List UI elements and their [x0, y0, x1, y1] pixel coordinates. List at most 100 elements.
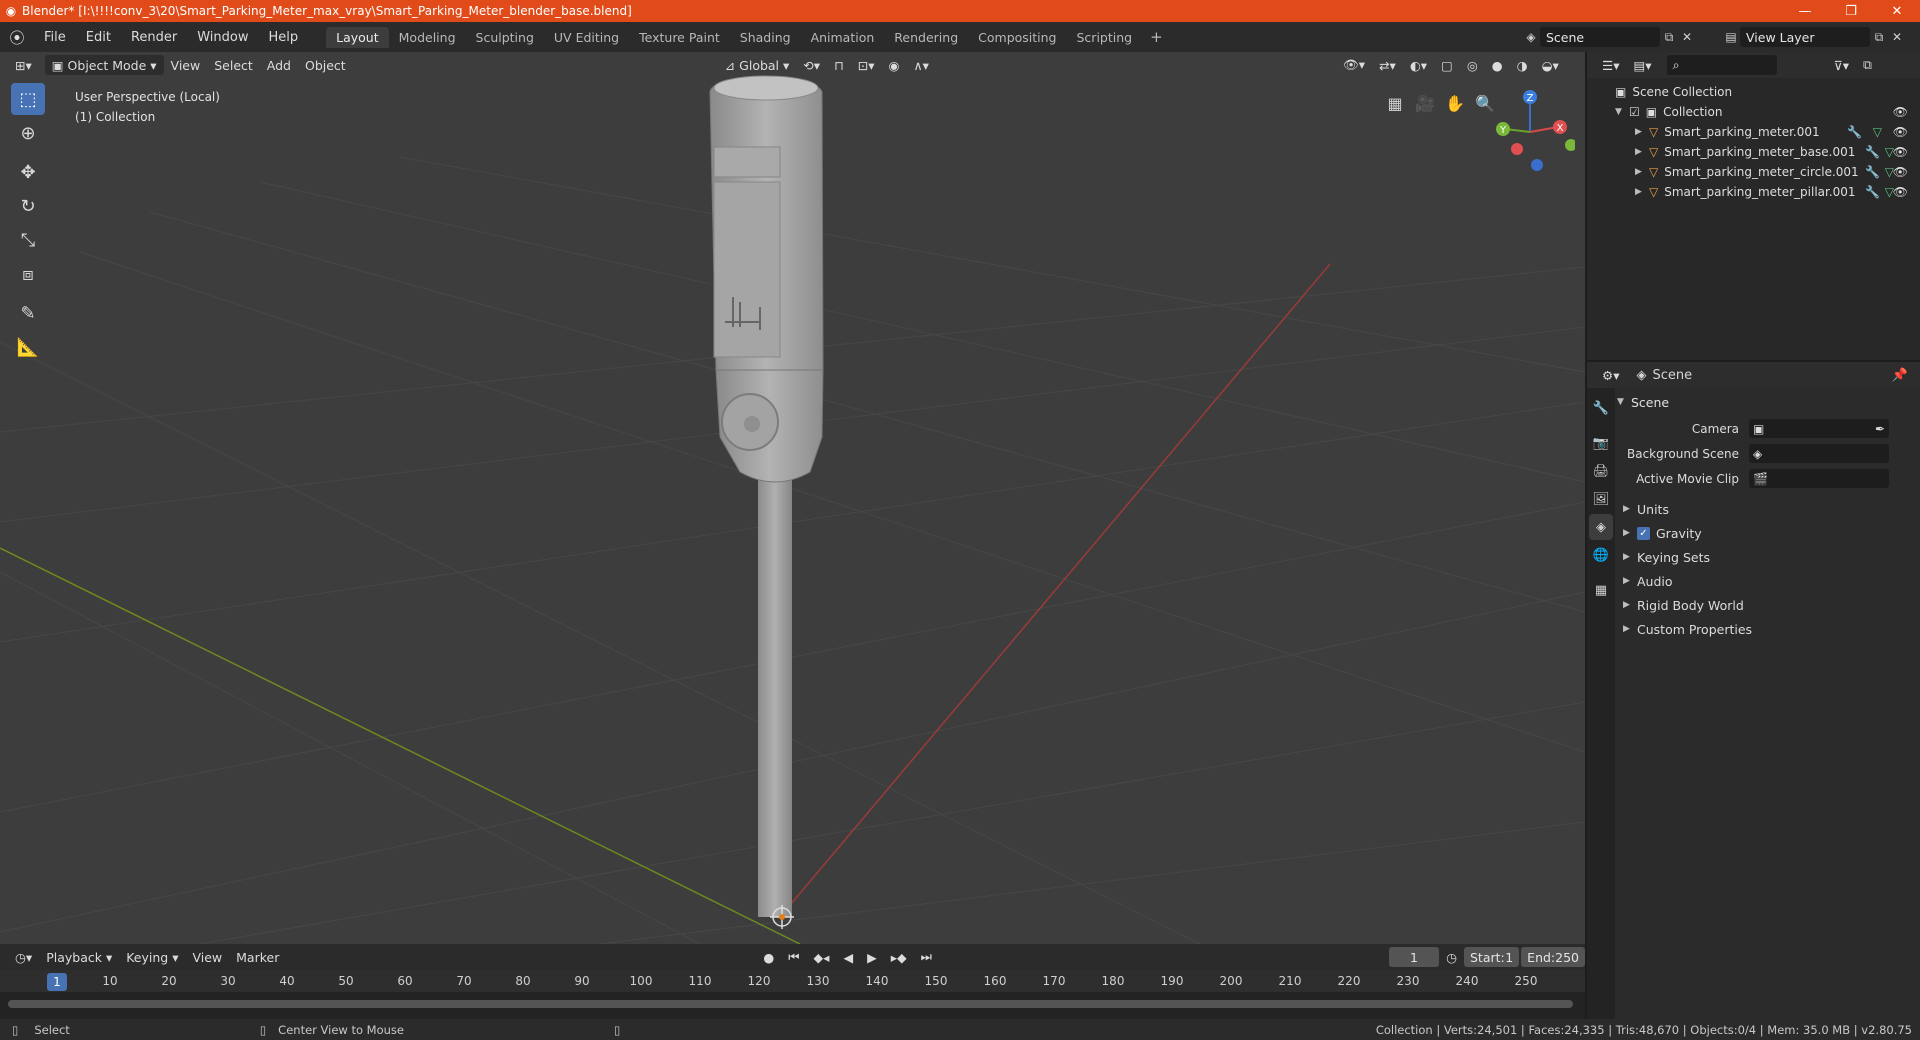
- overlay-toggle-icon[interactable]: ◐▾: [1403, 55, 1434, 75]
- scene-collection-row[interactable]: ▣ Scene Collection: [1587, 82, 1920, 102]
- start-frame-field[interactable]: Start: 1: [1464, 947, 1520, 967]
- tab-compositing[interactable]: Compositing: [968, 27, 1066, 48]
- move-tool-icon[interactable]: ✥: [11, 156, 45, 188]
- navigation-gizmo[interactable]: Z X Y: [1485, 87, 1575, 177]
- timeline-editor-type-icon[interactable]: ◷▾: [8, 947, 39, 967]
- menu-render[interactable]: Render: [121, 30, 187, 45]
- tab-layout[interactable]: Layout: [326, 26, 389, 48]
- expand-arrow-icon[interactable]: ▶: [1635, 167, 1649, 177]
- outliner-item[interactable]: ▶ ▽ Smart_parking_meter_pillar.001 🔧 ▽ 👁: [1587, 182, 1920, 202]
- new-view-layer-icon[interactable]: ⧉: [1870, 28, 1888, 46]
- collection-row[interactable]: ▼ ☑ ▣ Collection 👁: [1587, 102, 1920, 122]
- record-icon[interactable]: ●: [756, 947, 781, 967]
- rigid-body-world-section[interactable]: ▶ Rigid Body World: [1617, 593, 1917, 617]
- gravity-section[interactable]: ▶ ✓ Gravity: [1617, 521, 1917, 545]
- movie-clip-field[interactable]: 🎬: [1749, 469, 1889, 488]
- expand-arrow-icon[interactable]: ▶: [1635, 187, 1649, 197]
- checkbox-icon[interactable]: ☑: [1629, 105, 1640, 119]
- add-workspace-icon[interactable]: +: [1142, 28, 1171, 46]
- timeline-menu-keying[interactable]: Keying ▾: [119, 947, 185, 967]
- keying-sets-section[interactable]: ▶ Keying Sets: [1617, 545, 1917, 569]
- end-frame-field[interactable]: End: 250: [1521, 947, 1585, 967]
- tab-texture-paint[interactable]: Texture Paint: [629, 27, 730, 48]
- viewport-menu-add[interactable]: Add: [260, 55, 298, 75]
- menu-window[interactable]: Window: [187, 30, 258, 45]
- audio-section[interactable]: ▶ Audio: [1617, 569, 1917, 593]
- expand-arrow-icon[interactable]: ▶: [1635, 127, 1649, 137]
- outliner-item[interactable]: ▶ ▽ Smart_parking_meter_circle.001 🔧 ▽ 👁: [1587, 162, 1920, 182]
- scale-tool-icon[interactable]: ⤡: [11, 224, 45, 256]
- grid-view-icon[interactable]: ▦: [1380, 88, 1410, 118]
- tool-tab-icon[interactable]: 🔧: [1589, 395, 1613, 421]
- display-mode-icon[interactable]: ▤▾: [1626, 55, 1658, 75]
- blender-menu-icon[interactable]: ⦿: [0, 27, 34, 48]
- outliner-item[interactable]: ▶ ▽ Smart_parking_meter_base.001 🔧 ▽ 👁: [1587, 142, 1920, 162]
- timeline-menu-view[interactable]: View: [185, 947, 229, 967]
- timeline-ruler[interactable]: 10 20 30 40 50 60 70 80 90 100 110 120 1…: [0, 970, 1585, 992]
- scene-icon[interactable]: ◈: [1522, 28, 1540, 46]
- view-layer-icon[interactable]: ▤: [1722, 28, 1740, 46]
- delete-scene-icon[interactable]: ✕: [1678, 28, 1696, 46]
- transform-orientation-selector[interactable]: ⊿ Global ▾: [718, 55, 797, 75]
- current-frame-field[interactable]: 1: [1388, 947, 1440, 967]
- eye-icon[interactable]: 👁: [1893, 125, 1908, 139]
- outliner-editor-type-icon[interactable]: ☰▾: [1595, 55, 1626, 75]
- 3d-viewport[interactable]: ⊞▾ ▣ Object Mode ▾ View Select Add Objec…: [0, 52, 1585, 944]
- visibility-icon[interactable]: 👁▾: [1336, 55, 1372, 75]
- eyedropper-icon[interactable]: ✒: [1875, 422, 1885, 436]
- output-tab-icon[interactable]: 🖨: [1589, 458, 1613, 484]
- eye-icon[interactable]: 👁: [1893, 185, 1908, 199]
- viewport-menu-view[interactable]: View: [164, 55, 208, 75]
- scene-tab-icon[interactable]: ◈: [1589, 514, 1613, 540]
- view-layer-field[interactable]: View Layer: [1740, 27, 1870, 47]
- xray-toggle-icon[interactable]: ▢: [1434, 55, 1460, 75]
- outliner-item[interactable]: ▶ ▽ Smart_parking_meter.001 🔧 ▽ 👁: [1587, 122, 1920, 142]
- menu-edit[interactable]: Edit: [76, 30, 121, 45]
- material-shading-icon[interactable]: ◑: [1510, 55, 1535, 75]
- tab-uv-editing[interactable]: UV Editing: [544, 27, 629, 48]
- properties-editor-type-icon[interactable]: ⚙▾: [1595, 365, 1626, 385]
- pin-icon[interactable]: 📌: [1892, 368, 1908, 383]
- jump-start-icon[interactable]: ⏮: [781, 947, 806, 967]
- solid-shading-icon[interactable]: ●: [1485, 55, 1510, 75]
- wireframe-shading-icon[interactable]: ◎: [1460, 55, 1485, 75]
- world-tab-icon[interactable]: 🌐: [1589, 542, 1613, 568]
- viewport-menu-object[interactable]: Object: [298, 55, 353, 75]
- transform-tool-icon[interactable]: ⧈: [11, 258, 45, 290]
- tab-scripting[interactable]: Scripting: [1067, 27, 1143, 48]
- prev-keyframe-icon[interactable]: ◆◂: [807, 947, 837, 967]
- units-section[interactable]: ▶ Units: [1617, 497, 1917, 521]
- timeline-menu-marker[interactable]: Marker: [229, 947, 286, 967]
- eye-icon[interactable]: 👁: [1893, 145, 1908, 159]
- tab-shading[interactable]: Shading: [730, 27, 801, 48]
- jump-end-icon[interactable]: ⏭: [914, 947, 939, 967]
- maximize-button[interactable]: ❐: [1828, 0, 1874, 22]
- rotate-tool-icon[interactable]: ↻: [11, 190, 45, 222]
- custom-properties-section[interactable]: ▶ Custom Properties: [1617, 617, 1917, 641]
- menu-file[interactable]: File: [34, 30, 76, 45]
- snap-icon[interactable]: ⊓: [827, 55, 851, 75]
- camera-view-icon[interactable]: 🎥: [1410, 88, 1440, 118]
- falloff-icon[interactable]: ∧▾: [906, 55, 935, 75]
- editor-type-icon[interactable]: ⊞▾: [8, 55, 39, 75]
- background-scene-field[interactable]: ◈: [1749, 444, 1889, 463]
- scene-name-field[interactable]: Scene: [1540, 27, 1660, 47]
- snap-target-icon[interactable]: ⊡▾: [851, 55, 882, 75]
- expand-arrow-icon[interactable]: ▶: [1635, 147, 1649, 157]
- mode-selector[interactable]: ▣ Object Mode ▾: [44, 55, 164, 75]
- gravity-checkbox[interactable]: ✓: [1637, 526, 1650, 540]
- rendered-shading-icon[interactable]: ◒▾: [1535, 55, 1566, 75]
- tab-modeling[interactable]: Modeling: [389, 27, 466, 48]
- measure-tool-icon[interactable]: 📐: [11, 331, 45, 363]
- tab-rendering[interactable]: Rendering: [884, 27, 968, 48]
- outliner-search-input[interactable]: ⌕: [1666, 55, 1777, 75]
- pan-hand-icon[interactable]: ✋: [1440, 88, 1470, 118]
- view-layer-tab-icon[interactable]: 🖼: [1589, 486, 1613, 512]
- minimize-button[interactable]: —: [1782, 0, 1828, 22]
- select-box-tool-icon[interactable]: ⬚: [11, 83, 45, 115]
- eye-icon[interactable]: 👁: [1893, 165, 1908, 179]
- eye-icon[interactable]: 👁: [1893, 105, 1908, 119]
- timeline-menu-playback[interactable]: Playback ▾: [39, 947, 119, 967]
- pivot-point-icon[interactable]: ⟲▾: [796, 55, 827, 75]
- scene-section-header[interactable]: ▼ Scene: [1617, 390, 1917, 414]
